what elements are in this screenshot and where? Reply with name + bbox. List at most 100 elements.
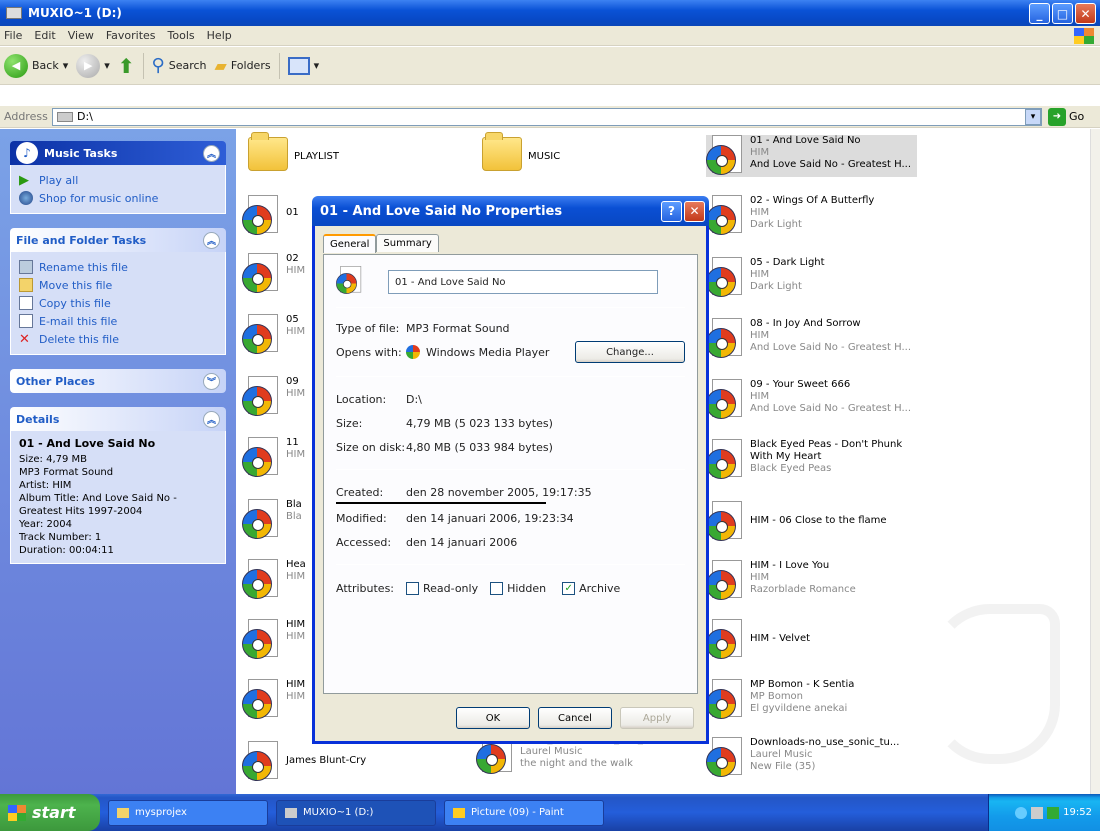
taskbar-item[interactable]: mysprojex bbox=[108, 799, 268, 826]
details-duration: Duration: 00:04:11 bbox=[19, 545, 114, 556]
shop-music-link[interactable]: Shop for music online bbox=[19, 189, 217, 207]
maximize-button[interactable]: □ bbox=[1052, 3, 1073, 24]
file-album: El gyvildene anekai bbox=[750, 703, 848, 714]
file-item[interactable]: Black Eyed Peas - Don't Phunk With My Hea… bbox=[706, 439, 902, 481]
file-item[interactable]: Hea HIM bbox=[242, 559, 306, 601]
folder-item[interactable]: MUSIC bbox=[482, 132, 560, 171]
other-places-header[interactable]: Other Places ︾ bbox=[10, 369, 226, 393]
file-item[interactable]: James Blunt-Cry bbox=[242, 741, 366, 783]
file-item-selected[interactable]: 01 - And Love Said No HIM And Love Said No… bbox=[706, 135, 917, 177]
copy-file-link[interactable]: Copy this file bbox=[19, 294, 217, 312]
menu-help[interactable]: Help bbox=[207, 29, 232, 42]
task-label: MUXIO~1 (D:) bbox=[303, 807, 374, 818]
paint-icon bbox=[453, 807, 465, 818]
up-button[interactable]: ⬆ bbox=[118, 54, 135, 78]
menu-tools[interactable]: Tools bbox=[168, 29, 195, 42]
hidden-checkbox[interactable]: Hidden bbox=[490, 581, 546, 595]
file-item[interactable]: 09 - Your Sweet 666 HIM And Love Said No -… bbox=[706, 379, 911, 421]
folders-button[interactable]: ▰ Folders bbox=[215, 56, 271, 75]
file-artist: HIM bbox=[750, 330, 770, 341]
file-item[interactable]: 01 bbox=[242, 195, 299, 237]
file-item[interactable]: 08 - In Joy And Sorrow HIM And Love Said N… bbox=[706, 318, 911, 360]
play-all-link[interactable]: ▶ Play all bbox=[19, 171, 217, 189]
details-header[interactable]: Details ︽ bbox=[10, 407, 226, 431]
minimize-button[interactable]: _ bbox=[1029, 3, 1050, 24]
forward-button[interactable]: ▶ ▾ bbox=[76, 53, 110, 78]
toolbar: ◀ Back ▾ ▶ ▾ ⬆ ⚲ Search ▰ Folders ▾ bbox=[0, 47, 1100, 85]
file-artist: HIM bbox=[750, 572, 770, 583]
file-name: 09 - Your Sweet 666 bbox=[750, 379, 851, 390]
rename-file-link[interactable]: Rename this file bbox=[19, 258, 217, 276]
address-dropdown-icon[interactable]: ▾ bbox=[1025, 108, 1041, 125]
file-artist: HIM bbox=[750, 147, 770, 158]
move-file-link[interactable]: Move this file bbox=[19, 276, 217, 294]
apply-button[interactable]: Apply bbox=[620, 707, 694, 729]
collapse-chevron-icon[interactable]: ︽ bbox=[203, 231, 220, 249]
views-dropdown-icon[interactable]: ▾ bbox=[314, 59, 320, 72]
toolbar-separator bbox=[278, 52, 280, 79]
readonly-checkbox[interactable]: Read-only bbox=[406, 581, 478, 595]
file-item[interactable]: HIM - Velvet bbox=[706, 619, 810, 661]
modified-value: den 14 januari 2006, 19:23:34 bbox=[406, 511, 574, 525]
media-file-icon bbox=[336, 266, 362, 294]
file-tasks-title: File and Folder Tasks bbox=[16, 233, 147, 247]
file-item[interactable]: 05 HIM bbox=[242, 314, 305, 356]
music-tasks-header[interactable]: ♪ Music Tasks ︽ bbox=[10, 141, 226, 165]
dialog-close-button[interactable]: ✕ bbox=[684, 200, 705, 222]
taskbar-item[interactable]: Picture (09) - Paint bbox=[444, 799, 604, 826]
tab-summary[interactable]: Summary bbox=[376, 234, 439, 252]
taskbar-item-active[interactable]: MUXIO~1 (D:) bbox=[276, 799, 436, 826]
windows-logo-icon bbox=[1074, 28, 1094, 44]
email-file-link[interactable]: E-mail this file bbox=[19, 312, 217, 330]
file-item[interactable]: Downloads-no_use_sonic_tu... Laurel Music… bbox=[706, 737, 899, 779]
forward-dropdown-icon[interactable]: ▾ bbox=[104, 59, 110, 72]
help-button[interactable]: ? bbox=[661, 200, 682, 222]
file-item[interactable]: HIM - I Love You HIM Razorblade Romance bbox=[706, 560, 856, 602]
menu-edit[interactable]: Edit bbox=[34, 29, 55, 42]
ok-button[interactable]: OK bbox=[456, 707, 530, 729]
back-button[interactable]: ◀ Back ▾ bbox=[4, 53, 69, 78]
file-item[interactable]: 11 HIM bbox=[242, 437, 305, 479]
file-artist: MP Bomon bbox=[750, 691, 804, 702]
delete-file-link[interactable]: ✕ Delete this file bbox=[19, 330, 217, 348]
filename-input[interactable]: 01 - And Love Said No bbox=[388, 270, 658, 294]
start-button[interactable]: start bbox=[0, 794, 100, 831]
change-button[interactable]: Change... bbox=[575, 341, 685, 363]
file-item[interactable]: 02 HIM bbox=[242, 253, 305, 295]
menu-file[interactable]: File bbox=[4, 29, 22, 42]
file-item[interactable]: HIM HIM bbox=[242, 679, 305, 721]
file-name: Downloads-no_use_sonic_tu... bbox=[750, 737, 900, 748]
file-name: HIM - 06 Close to the flame bbox=[750, 515, 887, 526]
file-item[interactable]: 02 - Wings Of A Butterfly HIM Dark Light bbox=[706, 195, 874, 237]
accessed-label: Accessed: bbox=[336, 535, 392, 549]
collapse-chevron-icon[interactable]: ︽ bbox=[203, 410, 220, 428]
address-input[interactable]: D:\ ▾ bbox=[52, 107, 1042, 126]
network-icon[interactable] bbox=[1015, 806, 1028, 819]
views-button[interactable]: ▾ bbox=[287, 56, 320, 75]
file-artist: HIM bbox=[286, 388, 306, 399]
file-item[interactable]: 05 - Dark Light HIM Dark Light bbox=[706, 257, 825, 299]
menu-view[interactable]: View bbox=[68, 29, 94, 42]
folder-item[interactable]: PLAYLIST bbox=[248, 132, 339, 171]
file-item[interactable]: 09 HIM bbox=[242, 376, 305, 418]
file-tasks-header[interactable]: File and Folder Tasks ︽ bbox=[10, 228, 226, 252]
file-item[interactable]: HIM - 06 Close to the flame bbox=[706, 501, 887, 543]
file-item[interactable]: Bla Bla bbox=[242, 499, 302, 541]
clock: 19:52 bbox=[1063, 807, 1092, 818]
collapse-chevron-icon[interactable]: ︽ bbox=[203, 144, 220, 162]
tab-general[interactable]: General bbox=[323, 234, 377, 253]
file-item[interactable]: MP Bomon - K Sentia MP Bomon El gyvildene … bbox=[706, 679, 854, 721]
volume-icon[interactable] bbox=[1031, 806, 1044, 819]
back-dropdown-icon[interactable]: ▾ bbox=[63, 59, 69, 72]
other-places-group: Other Places ︾ bbox=[10, 369, 226, 393]
close-button[interactable]: ✕ bbox=[1075, 3, 1096, 24]
file-item[interactable]: HIM HIM bbox=[242, 619, 305, 661]
archive-checkbox[interactable]: ✓ Archive bbox=[562, 581, 620, 595]
search-button[interactable]: ⚲ Search bbox=[152, 55, 207, 76]
expand-chevron-icon[interactable]: ︾ bbox=[203, 372, 220, 390]
cancel-button[interactable]: Cancel bbox=[538, 707, 612, 729]
menu-favorites[interactable]: Favorites bbox=[106, 29, 156, 42]
go-button[interactable]: ➜ Go bbox=[1048, 107, 1084, 126]
security-icon[interactable] bbox=[1047, 806, 1060, 819]
vertical-scrollbar[interactable] bbox=[1090, 129, 1100, 794]
